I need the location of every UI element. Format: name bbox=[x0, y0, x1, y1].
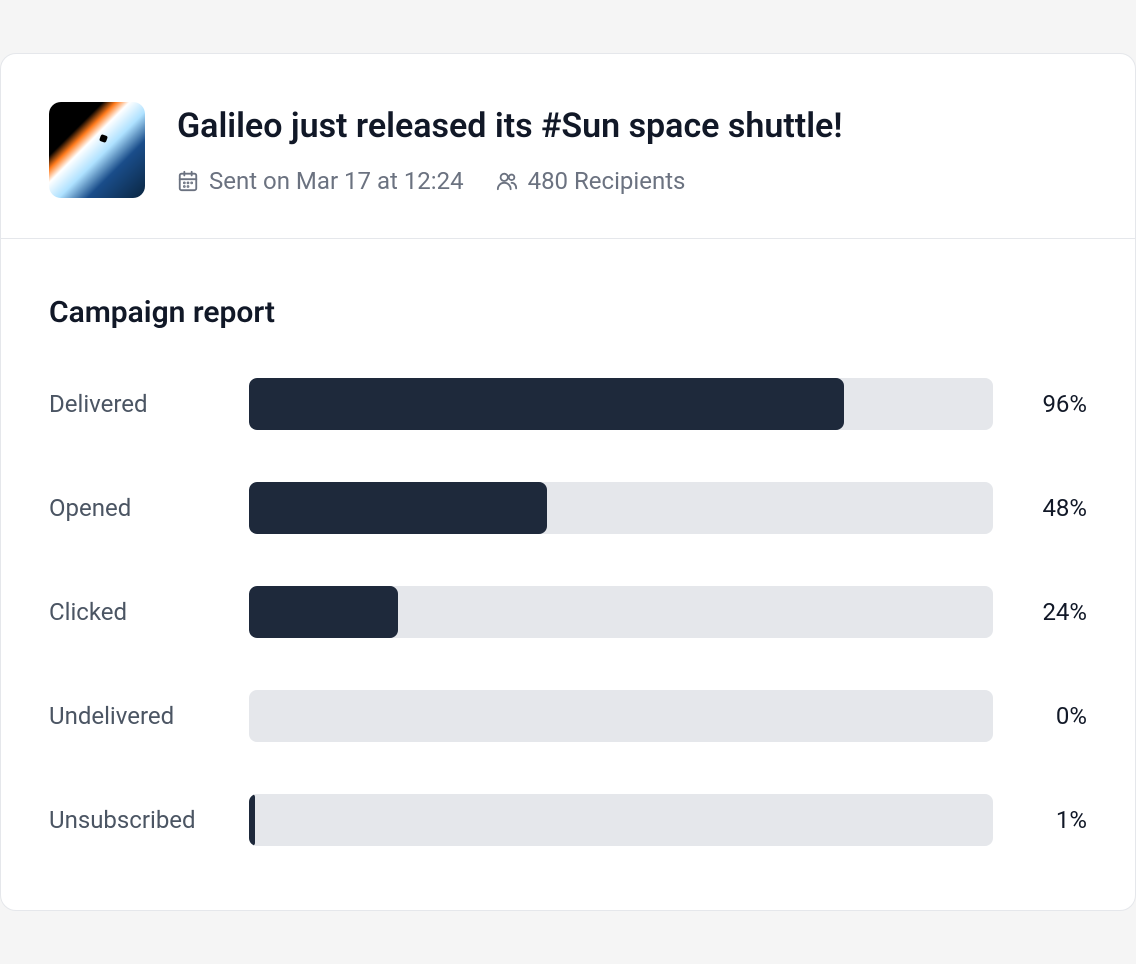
metric-label: Clicked bbox=[49, 598, 225, 626]
metric-value: 24% bbox=[1017, 598, 1087, 626]
sent-text: Sent on Mar 17 at 12:24 bbox=[209, 167, 464, 195]
metric-bar-track bbox=[249, 690, 993, 742]
sent-meta: Sent on Mar 17 at 12:24 bbox=[177, 167, 464, 195]
metric-row: Clicked 24% bbox=[49, 586, 1087, 638]
metric-label: Opened bbox=[49, 494, 225, 522]
campaign-header: Galileo just released its #Sun space shu… bbox=[1, 54, 1135, 239]
metric-row: Undelivered 0% bbox=[49, 690, 1087, 742]
metrics-list: Delivered 96% Opened 48% Clicked 24% Undeliver… bbox=[49, 378, 1087, 846]
metric-row: Opened 48% bbox=[49, 482, 1087, 534]
metric-row: Unsubscribed 1% bbox=[49, 794, 1087, 846]
campaign-meta: Sent on Mar 17 at 12:24 480 Recipients bbox=[177, 167, 1087, 195]
recipients-meta: 480 Recipients bbox=[496, 167, 686, 195]
metric-bar-fill bbox=[249, 482, 547, 534]
metric-bar-fill bbox=[249, 378, 844, 430]
metric-label: Unsubscribed bbox=[49, 806, 225, 834]
people-icon bbox=[496, 170, 518, 192]
campaign-card: Galileo just released its #Sun space shu… bbox=[0, 53, 1136, 911]
calendar-icon bbox=[177, 170, 199, 192]
campaign-thumbnail bbox=[49, 102, 145, 198]
campaign-title: Galileo just released its #Sun space shu… bbox=[177, 106, 1087, 147]
campaign-report: Campaign report Delivered 96% Opened 48% Cli… bbox=[1, 239, 1135, 910]
recipients-text: 480 Recipients bbox=[528, 167, 686, 195]
metric-bar-fill bbox=[249, 794, 255, 846]
metric-value: 96% bbox=[1017, 390, 1087, 418]
metric-label: Delivered bbox=[49, 390, 225, 418]
metric-row: Delivered 96% bbox=[49, 378, 1087, 430]
metric-bar-track bbox=[249, 586, 993, 638]
metric-bar-fill bbox=[249, 586, 398, 638]
metric-value: 48% bbox=[1017, 494, 1087, 522]
metric-value: 1% bbox=[1017, 806, 1087, 834]
metric-bar-track bbox=[249, 378, 993, 430]
report-title: Campaign report bbox=[49, 295, 1087, 330]
metric-value: 0% bbox=[1017, 702, 1087, 730]
metric-label: Undelivered bbox=[49, 702, 225, 730]
metric-bar-track bbox=[249, 794, 993, 846]
campaign-header-text: Galileo just released its #Sun space shu… bbox=[177, 102, 1087, 195]
metric-bar-track bbox=[249, 482, 993, 534]
shuttle-icon bbox=[99, 134, 108, 143]
